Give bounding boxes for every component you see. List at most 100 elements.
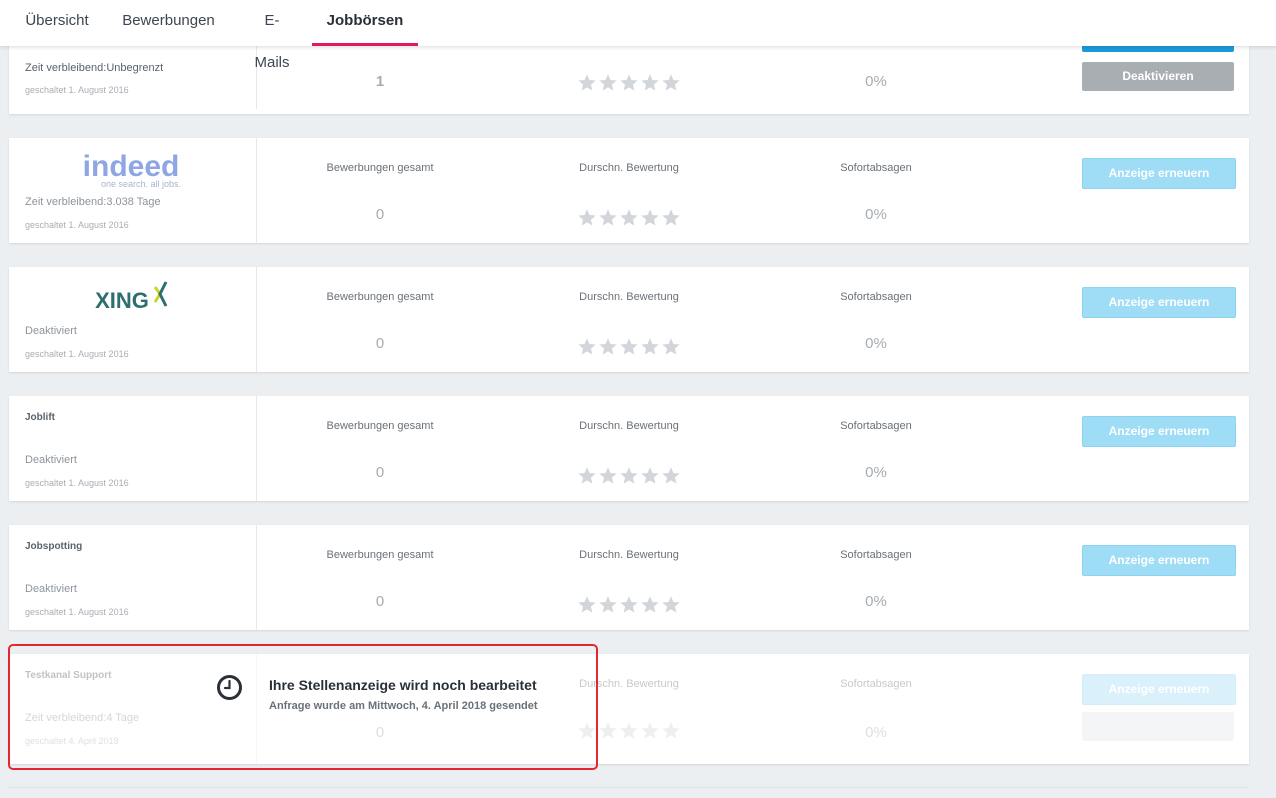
star-icon — [598, 595, 618, 615]
status-text: Zeit verbleibend:3.038 Tage — [25, 196, 161, 208]
rating-label: Durschn. Bewertung — [579, 291, 679, 303]
star-icon — [577, 337, 597, 357]
applications-label: Bewerbungen gesamt — [326, 291, 434, 303]
star-icon — [619, 466, 639, 486]
star-icon — [661, 73, 681, 93]
applications-label: Bewerbungen gesamt — [326, 420, 434, 432]
job-board-card-jobspotting: Jobspotting Deaktiviert geschaltet 1. Au… — [9, 525, 1249, 630]
card-info: indeed one search. all jobs. Zeit verble… — [9, 138, 257, 243]
star-icon — [661, 337, 681, 357]
star-icon — [598, 466, 618, 486]
star-icon — [640, 721, 660, 741]
card-info: XING Deaktiviert geschaltet 1. August 20… — [9, 267, 257, 372]
applications-label: Bewerbungen gesamt — [326, 549, 434, 561]
status-text: Zeit verbleibend:Unbegrenzt — [25, 62, 164, 74]
date-text: geschaltet 1. August 2016 — [25, 478, 129, 488]
rejections-value: 0% — [865, 464, 887, 481]
star-icon — [577, 73, 597, 93]
date-text: geschaltet 1. August 2016 — [25, 220, 129, 230]
pending-notice-subtitle: Anfrage wurde am Mittwoch, 4. April 2018… — [269, 700, 538, 712]
rating-stars — [577, 73, 681, 93]
star-icon — [661, 721, 681, 741]
date-text: geschaltet 1. August 2016 — [25, 85, 129, 95]
star-icon — [598, 208, 618, 228]
rejections-label: Sofortabsagen — [840, 549, 912, 561]
star-icon — [619, 73, 639, 93]
star-icon — [598, 721, 618, 741]
rejections-label: Sofortabsagen — [840, 420, 912, 432]
rating-stars — [577, 595, 681, 615]
star-icon — [619, 721, 639, 741]
tab-overview[interactable]: Übersicht — [25, 0, 89, 46]
applications-label: Bewerbungen gesamt — [326, 162, 434, 174]
card-info: Joblift Deaktiviert geschaltet 1. August… — [9, 396, 257, 501]
star-icon — [577, 466, 597, 486]
star-icon — [661, 466, 681, 486]
star-icon — [619, 208, 639, 228]
star-icon — [661, 595, 681, 615]
rejections-value: 0% — [865, 335, 887, 352]
top-navigation: Übersicht Bewerbungen E-Mails Jobbörsen — [0, 0, 1276, 71]
deactivate-button[interactable] — [1082, 712, 1234, 741]
deactivate-button[interactable]: Deaktivieren — [1082, 62, 1234, 91]
job-board-card-joblift: Joblift Deaktiviert geschaltet 1. August… — [9, 396, 1249, 501]
star-icon — [577, 208, 597, 228]
rating-label: Durschn. Bewertung — [579, 549, 679, 561]
tab-job-boards[interactable]: Jobbörsen — [312, 0, 418, 46]
svg-text:XING: XING — [95, 288, 149, 313]
star-icon — [619, 337, 639, 357]
status-text: Deaktiviert — [25, 583, 77, 595]
star-icon — [661, 208, 681, 228]
renew-ad-button[interactable]: Anzeige erneuern — [1082, 416, 1236, 447]
rejections-label: Sofortabsagen — [840, 291, 912, 303]
star-icon — [598, 337, 618, 357]
renew-ad-button[interactable]: Anzeige erneuern — [1082, 287, 1236, 318]
job-board-card-xing: XING Deaktiviert geschaltet 1. August 20… — [9, 267, 1249, 372]
star-icon — [598, 73, 618, 93]
applications-value: 0 — [375, 335, 385, 352]
star-icon — [640, 208, 660, 228]
rejections-value: 0% — [865, 724, 887, 741]
rating-stars — [577, 466, 681, 486]
job-board-card-indeed: indeed one search. all jobs. Zeit verble… — [9, 138, 1249, 243]
rejections-value: 0% — [865, 593, 887, 610]
rejections-label: Sofortabsagen — [840, 162, 912, 174]
renew-ad-button[interactable]: Anzeige erneuern — [1082, 545, 1236, 576]
tab-emails[interactable]: E-Mails — [248, 0, 296, 71]
star-icon — [577, 595, 597, 615]
card-info: Jobspotting Deaktiviert geschaltet 1. Au… — [9, 525, 257, 630]
xing-logo: XING — [9, 275, 256, 325]
star-icon — [640, 337, 660, 357]
rating-stars — [577, 337, 681, 357]
card-info: Zeit verbleibend:Unbegrenzt geschaltet 1… — [9, 40, 257, 109]
rating-stars — [577, 208, 681, 228]
star-icon — [619, 595, 639, 615]
pending-notice-title: Ihre Stellenanzeige wird noch bearbeitet — [269, 677, 537, 693]
applications-value: 0 — [375, 206, 385, 223]
tab-applications[interactable]: Bewerbungen — [122, 0, 215, 46]
svg-text:one search. all jobs.: one search. all jobs. — [101, 179, 181, 189]
renew-ad-button[interactable]: Anzeige erneuern — [1082, 674, 1236, 705]
rating-label: Durschn. Bewertung — [579, 162, 679, 174]
date-text: geschaltet 1. August 2016 — [25, 607, 129, 617]
applications-value: 0 — [375, 593, 385, 610]
job-board-card: Zeit verbleibend:Unbegrenzt geschaltet 1… — [9, 40, 1249, 114]
rating-label: Durschn. Bewertung — [579, 420, 679, 432]
star-icon — [640, 595, 660, 615]
indeed-logo: indeed one search. all jobs. — [9, 146, 256, 196]
star-icon — [640, 73, 660, 93]
status-text: Deaktiviert — [25, 454, 77, 466]
applications-value: 0 — [375, 464, 385, 481]
rejections-value: 0% — [865, 206, 887, 223]
portal-name: Joblift — [25, 412, 55, 423]
star-icon — [640, 466, 660, 486]
clock-icon — [216, 674, 243, 701]
divider — [9, 787, 1249, 788]
date-text: geschaltet 1. August 2016 — [25, 349, 129, 359]
renew-ad-button[interactable]: Anzeige erneuern — [1082, 158, 1236, 189]
rejections-value: 0% — [865, 73, 887, 90]
applications-value: 1 — [375, 73, 385, 90]
status-text: Deaktiviert — [25, 325, 77, 337]
rejections-label: Sofortabsagen — [840, 678, 912, 690]
portal-name: Jobspotting — [25, 541, 83, 552]
